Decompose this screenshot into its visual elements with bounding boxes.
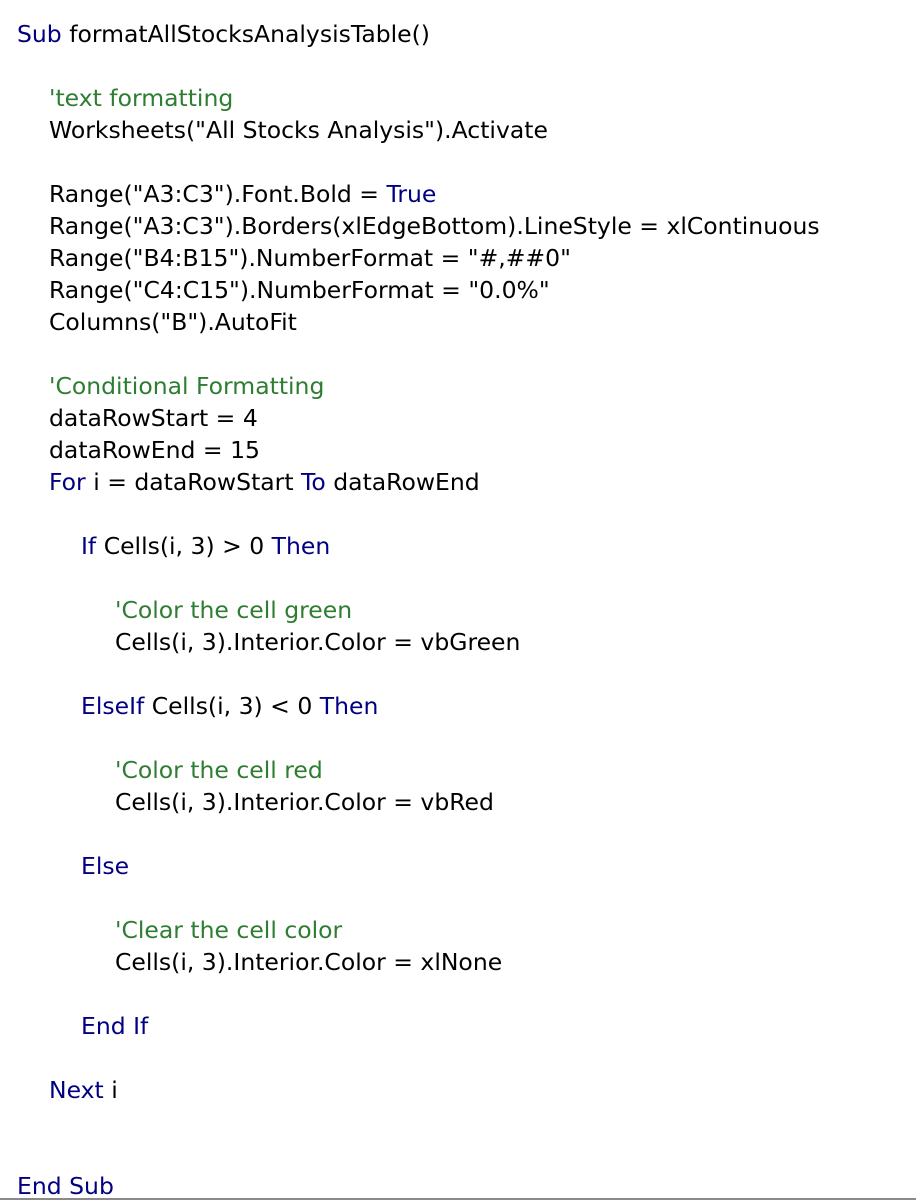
code-token: Cells(i, 3).Interior.Color = vbRed <box>115 788 494 816</box>
code-line[interactable]: Cells(i, 3).Interior.Color = vbRed <box>115 786 494 818</box>
code-token: Cells(i, 3).Interior.Color = xlNone <box>115 948 503 976</box>
code-line[interactable]: 'Conditional Formatting <box>49 370 324 402</box>
code-line[interactable]: Else <box>81 850 129 882</box>
code-line[interactable]: End If <box>81 1010 148 1042</box>
keyword-token: Then <box>271 532 331 560</box>
keyword-token: Sub <box>17 20 62 48</box>
code-token: Cells(i, 3) > 0 <box>96 532 272 560</box>
code-line[interactable]: 'Clear the cell color <box>115 914 342 946</box>
code-line[interactable]: Columns("B").AutoFit <box>49 306 297 338</box>
keyword-token: ElseIf <box>81 692 145 720</box>
code-token: Worksheets("All Stocks Analysis").Activa… <box>49 116 548 144</box>
code-token: i = dataRowStart <box>85 468 302 496</box>
keyword-token: If <box>81 532 97 560</box>
comment-token: 'Conditional Formatting <box>49 372 325 400</box>
code-editor[interactable]: Sub formatAllStocksAnalysisTable() 'text … <box>0 0 916 1200</box>
code-line[interactable]: Range("A3:C3").Font.Bold = True <box>49 178 436 210</box>
keyword-token: End If <box>81 1012 149 1040</box>
code-line[interactable]: Sub formatAllStocksAnalysisTable() <box>17 18 430 50</box>
code-line[interactable]: For i = dataRowStart To dataRowEnd <box>49 466 480 498</box>
code-line[interactable]: 'text formatting <box>49 82 233 114</box>
keyword-token: True <box>386 180 437 208</box>
code-token: dataRowEnd = 15 <box>49 436 260 464</box>
code-token: Cells(i, 3) < 0 <box>144 692 320 720</box>
code-line[interactable]: 'Color the cell green <box>115 594 352 626</box>
code-token: dataRowStart = 4 <box>49 404 258 432</box>
code-line[interactable]: dataRowStart = 4 <box>49 402 258 434</box>
code-line[interactable]: Cells(i, 3).Interior.Color = xlNone <box>115 946 502 978</box>
code-line[interactable]: 'Color the cell red <box>115 754 323 786</box>
keyword-token: To <box>301 468 326 496</box>
keyword-token: Then <box>319 692 379 720</box>
code-line[interactable]: Cells(i, 3).Interior.Color = vbGreen <box>115 626 520 658</box>
code-line[interactable]: Range("C4:C15").NumberFormat = "0.0%" <box>49 274 550 306</box>
code-token: Range("B4:B15").NumberFormat = "#,##0" <box>49 244 571 272</box>
code-line[interactable]: End Sub <box>17 1170 114 1202</box>
code-token: i <box>103 1076 118 1104</box>
keyword-token: End Sub <box>17 1172 114 1200</box>
code-line[interactable]: Range("B4:B15").NumberFormat = "#,##0" <box>49 242 571 274</box>
code-line[interactable]: If Cells(i, 3) > 0 Then <box>81 530 330 562</box>
keyword-token: Else <box>81 852 130 880</box>
comment-token: 'Color the cell green <box>115 596 353 624</box>
code-token: Range("A3:C3").Borders(xlEdgeBottom).Lin… <box>49 212 820 240</box>
keyword-token: Next <box>49 1076 104 1104</box>
code-token: Range("C4:C15").NumberFormat = "0.0%" <box>49 276 550 304</box>
code-line[interactable]: Range("A3:C3").Borders(xlEdgeBottom).Lin… <box>49 210 820 242</box>
code-line[interactable]: dataRowEnd = 15 <box>49 434 260 466</box>
comment-token: 'Clear the cell color <box>115 916 343 944</box>
code-line[interactable]: Next i <box>49 1074 118 1106</box>
code-token: Columns("B").AutoFit <box>49 308 297 336</box>
code-token: Cells(i, 3).Interior.Color = vbGreen <box>115 628 521 656</box>
code-token: dataRowEnd <box>325 468 480 496</box>
code-line[interactable]: Worksheets("All Stocks Analysis").Activa… <box>49 114 548 146</box>
comment-token: 'text formatting <box>49 84 234 112</box>
code-token: formatAllStocksAnalysisTable() <box>61 20 430 48</box>
code-line[interactable]: ElseIf Cells(i, 3) < 0 Then <box>81 690 378 722</box>
keyword-token: For <box>49 468 86 496</box>
code-token: Range("A3:C3").Font.Bold = <box>49 180 387 208</box>
comment-token: 'Color the cell red <box>115 756 323 784</box>
